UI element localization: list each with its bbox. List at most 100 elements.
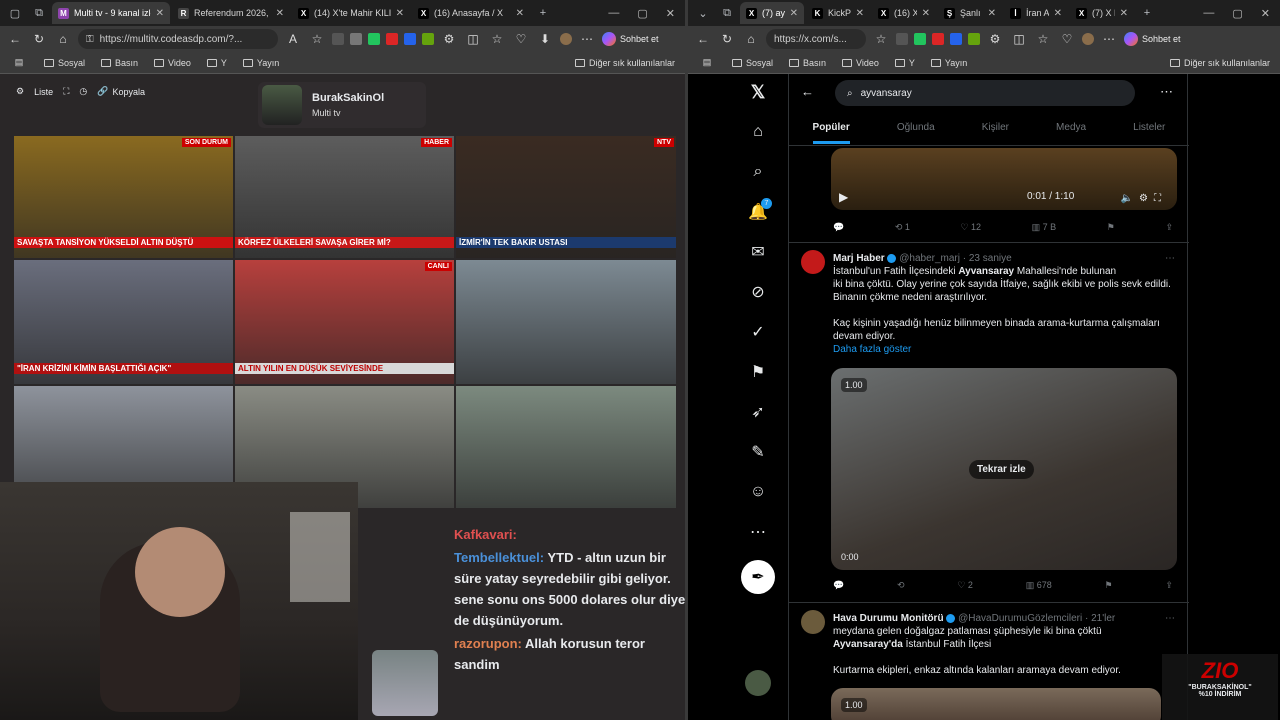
- search-input[interactable]: ⌕ ayvansaray: [835, 80, 1135, 106]
- bookmark-other[interactable]: Diğer sık kullanılanlar: [574, 58, 675, 68]
- close-tab-icon[interactable]: ✕: [1054, 8, 1062, 19]
- channel-profile-card[interactable]: BurakSakinOl Multi tv: [258, 82, 426, 128]
- tv-tile[interactable]: "İRAN KRİZİNİ KİMİN BAŞLATTIĞI AÇIK": [14, 260, 233, 384]
- minimize-icon[interactable]: —: [1203, 7, 1214, 20]
- search-tab[interactable]: Listeler: [1133, 122, 1165, 133]
- workspace-icon[interactable]: ▢: [4, 2, 26, 24]
- browser-tab[interactable]: R Referendum 2026, oggi ✕: [172, 2, 290, 24]
- chat-username[interactable]: Kafkavari:: [454, 527, 517, 542]
- refresh-button[interactable]: ↻: [30, 32, 48, 46]
- close-tab-icon[interactable]: ✕: [922, 8, 930, 19]
- close-tab-icon[interactable]: ✕: [1120, 8, 1128, 19]
- search-options-icon[interactable]: ⋯: [1160, 84, 1173, 100]
- favorite-star-icon[interactable]: ☆: [308, 32, 326, 46]
- x-logo-icon[interactable]: 𝕏: [746, 80, 770, 104]
- menu-icon[interactable]: ⋯: [578, 32, 596, 46]
- profile-avatar[interactable]: [1082, 33, 1094, 45]
- back-button[interactable]: ←: [694, 32, 712, 46]
- search-tab[interactable]: Oğlunda: [897, 122, 935, 133]
- verified-icon[interactable]: ✓: [746, 320, 770, 344]
- bookmark-folder[interactable]: Y: [206, 58, 227, 68]
- search-tab[interactable]: Popüler: [812, 122, 850, 144]
- close-tab-icon[interactable]: ✕: [516, 8, 524, 19]
- search-tab[interactable]: Medya: [1056, 122, 1086, 133]
- extensions-icon[interactable]: ⚙: [440, 32, 458, 46]
- tv-tile[interactable]: NTV İZMİR'İN TEK BAKIR USTASI: [456, 136, 676, 258]
- extensions-icon[interactable]: ⚙: [986, 32, 1004, 46]
- home-button[interactable]: ⌂: [742, 32, 760, 46]
- browser-tab[interactable]: X (16) X'te ✕: [872, 2, 936, 24]
- close-tab-icon[interactable]: ✕: [988, 8, 996, 19]
- tv-tile[interactable]: [456, 260, 676, 384]
- extension-icon[interactable]: [932, 33, 944, 45]
- share-icon[interactable]: ⇪: [1165, 580, 1173, 591]
- split-screen-icon[interactable]: ◫: [1010, 32, 1028, 46]
- post-button[interactable]: ✒: [741, 560, 775, 594]
- copilot-button[interactable]: Sohbet et: [602, 32, 659, 46]
- tv-tile[interactable]: CANLI ALTIN YILIN EN DÜŞÜK SEVİYESİNDE: [235, 260, 454, 384]
- extension-icon[interactable]: [950, 33, 962, 45]
- extension-icon[interactable]: [350, 33, 362, 45]
- copy-button[interactable]: 🔗 Kopyala: [97, 86, 145, 97]
- bookmarks-icon[interactable]: ⚑: [746, 360, 770, 384]
- maximize-icon[interactable]: ▢: [637, 7, 647, 20]
- copilot-button[interactable]: Sohbet et: [1124, 32, 1181, 46]
- communities-icon[interactable]: ✎: [746, 440, 770, 464]
- replay-button[interactable]: Tekrar izle: [969, 460, 1034, 479]
- tv-tile[interactable]: HABER KÖRFEZ ÜLKELERİ SAVAŞA GİRER Mİ?: [235, 136, 454, 258]
- fullscreen-button[interactable]: ⛶: [63, 86, 69, 97]
- bookmark-folder[interactable]: Yayın: [242, 58, 279, 68]
- browser-tab[interactable]: X (7) X Pr ✕: [1070, 2, 1134, 24]
- extension-icon[interactable]: [422, 33, 434, 45]
- close-window-icon[interactable]: ✕: [1261, 7, 1270, 20]
- extension-icon[interactable]: [968, 33, 980, 45]
- favorites-icon[interactable]: ☆: [488, 32, 506, 46]
- search-icon[interactable]: ⌕: [746, 160, 770, 184]
- split-screen-icon[interactable]: ◫: [464, 32, 482, 46]
- more-icon[interactable]: ⋯: [746, 520, 770, 544]
- new-tab-button[interactable]: +: [532, 2, 554, 24]
- browser-tab[interactable]: X (14) X'te Mahir KILIÇ: "C ✕: [292, 2, 410, 24]
- url-field[interactable]: ⚿ https://multitv.codeasdp.com/?...: [78, 29, 278, 49]
- views-button[interactable]: ▥ 7 B: [1032, 222, 1057, 233]
- browser-tab[interactable]: M Multi tv - 9 kanal izlenir ✕: [52, 2, 170, 24]
- chat-username[interactable]: Tembellektuel:: [454, 550, 544, 565]
- reply-icon[interactable]: 💬: [833, 222, 844, 233]
- extension-icon[interactable]: [896, 33, 908, 45]
- tab-actions-icon[interactable]: ⧉: [716, 2, 738, 24]
- bookmark-icon[interactable]: ⚑: [1107, 222, 1115, 233]
- notifications-icon[interactable]: 🔔 7: [746, 198, 772, 224]
- tweet-more-icon[interactable]: ⋯: [1165, 252, 1175, 265]
- bookmark-folder[interactable]: Sosyal: [44, 58, 85, 68]
- collections-icon[interactable]: ♡: [512, 32, 530, 46]
- read-aloud-icon[interactable]: A: [284, 32, 302, 46]
- refresh-button[interactable]: ↻: [718, 32, 736, 46]
- reply-icon[interactable]: 💬: [833, 580, 844, 591]
- profile-icon[interactable]: ☺: [746, 480, 770, 504]
- close-tab-icon[interactable]: ✕: [396, 8, 404, 19]
- extension-icon[interactable]: [368, 33, 380, 45]
- bookmark-folder[interactable]: Y: [894, 58, 915, 68]
- bookmark-icon[interactable]: ⚑: [1105, 580, 1113, 591]
- messages-icon[interactable]: ✉: [746, 240, 770, 264]
- tab-list-icon[interactable]: ⌄: [692, 2, 714, 24]
- home-button[interactable]: ⌂: [54, 32, 72, 46]
- video-player[interactable]: 1.00 Tekrar izle 0:00: [831, 368, 1177, 570]
- video-player[interactable]: 1.00: [831, 688, 1161, 720]
- minimize-icon[interactable]: —: [608, 7, 619, 20]
- rocket-icon[interactable]: ➶: [746, 400, 770, 424]
- back-button[interactable]: ←: [6, 32, 24, 46]
- share-icon[interactable]: ⇪: [1165, 222, 1173, 233]
- bookmark-folder[interactable]: Yayın: [930, 58, 967, 68]
- close-tab-icon[interactable]: ✕: [856, 8, 864, 19]
- close-tab-icon[interactable]: ✕: [790, 8, 798, 19]
- video-player[interactable]: ▶ 0:01 / 1:10 🔈⚙⛶: [831, 148, 1177, 210]
- reading-list-icon[interactable]: ▤: [10, 57, 28, 68]
- extension-icon[interactable]: [332, 33, 344, 45]
- url-field[interactable]: https://x.com/s...: [766, 29, 866, 49]
- reading-list-icon[interactable]: ▤: [698, 57, 716, 68]
- bookmark-folder[interactable]: Basın: [789, 58, 826, 68]
- extension-icon[interactable]: [404, 33, 416, 45]
- tv-tile[interactable]: SON DURUM SAVAŞTA TANSİYON YÜKSELDİ ALTIN…: [14, 136, 233, 258]
- bookmark-folder[interactable]: Video: [154, 58, 191, 68]
